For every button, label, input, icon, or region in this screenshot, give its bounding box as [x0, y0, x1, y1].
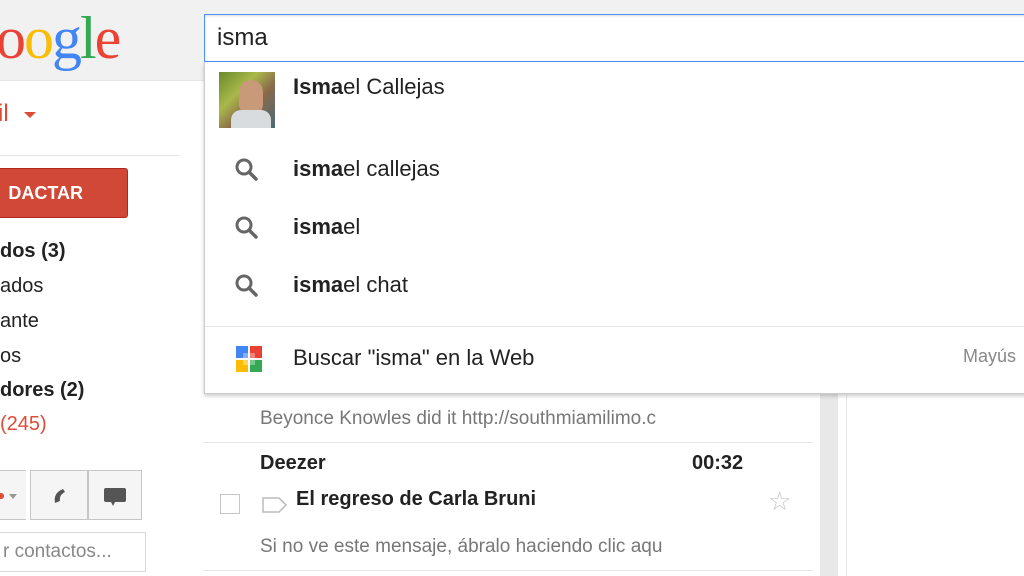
chevron-down-icon — [0, 493, 17, 499]
compose-button[interactable]: DACTAR — [0, 168, 128, 218]
message-list: Beyonce Knowles did it http://southmiami… — [204, 390, 820, 576]
shortcut-hint: Mayús — [963, 346, 1017, 366]
message-snippet: Si no ve este mensaje, ábralo haciendo c… — [260, 536, 663, 557]
avatar-body — [231, 110, 271, 128]
message-sender: Deezer — [260, 452, 326, 474]
search-icon — [235, 216, 258, 239]
search-icon — [235, 274, 258, 297]
star-icon[interactable]: ☆ — [768, 486, 791, 517]
nav-item-inbox[interactable]: dos (3) — [0, 240, 66, 263]
web-search-item[interactable]: Buscar "isma" en la Web — [205, 327, 1024, 393]
suggestion-text: ismael chat — [293, 272, 408, 297]
suggestion-text: ismael — [293, 214, 361, 239]
nav-item-spam[interactable]: (245) — [0, 413, 47, 436]
suggestion-text: Ismael Callejas — [293, 74, 445, 99]
suggestion-text: ismael callejas — [293, 156, 440, 181]
nav-item-sent[interactable]: os — [0, 345, 21, 368]
scrollbar[interactable] — [820, 390, 838, 576]
mail-switcher-label[interactable]: il — [0, 100, 9, 128]
search-suggestions: Ismael Callejas ismael callejas ismael i… — [204, 62, 1024, 394]
nav-item-important[interactable]: ante — [0, 310, 39, 333]
status-dropdown[interactable] — [0, 470, 26, 520]
nav-item-drafts[interactable]: dores (2) — [0, 379, 84, 402]
message-subject: El regreso de Carla Bruni — [296, 488, 537, 510]
avatar — [219, 72, 275, 128]
divider — [0, 155, 180, 156]
video-icon — [104, 488, 126, 506]
message-checkbox[interactable] — [220, 494, 240, 514]
search-input[interactable] — [217, 15, 1017, 61]
web-search-label: Buscar "isma" en la Web — [293, 345, 535, 370]
call-button[interactable] — [30, 470, 88, 520]
label-icon[interactable] — [262, 496, 288, 514]
google-logo[interactable]: oogle — [0, 2, 121, 74]
row-divider — [204, 570, 812, 571]
search-icon — [235, 158, 258, 181]
message-snippet[interactable]: Beyonce Knowles did it http://southmiami… — [260, 408, 740, 430]
suggestion-person[interactable]: Ismael Callejas — [205, 62, 1024, 140]
contact-search-placeholder: r contactos... — [3, 541, 112, 562]
message-time: 00:32 — [692, 452, 744, 474]
suggestion-item[interactable]: ismael callejas — [205, 140, 1024, 200]
chevron-down-icon[interactable] — [24, 112, 36, 118]
search-box[interactable] — [204, 14, 1024, 62]
suggestion-item[interactable]: ismael chat — [205, 260, 1024, 322]
nav-item-starred[interactable]: ados — [0, 275, 43, 298]
video-button[interactable] — [88, 470, 142, 520]
suggestion-item[interactable]: ismael — [205, 200, 1024, 260]
chat-actions — [0, 470, 146, 520]
row-divider — [204, 442, 812, 443]
google-plus-icon — [236, 346, 262, 372]
contact-search-input[interactable]: r contactos... — [0, 532, 146, 572]
divider — [846, 390, 847, 576]
phone-icon — [54, 489, 65, 503]
